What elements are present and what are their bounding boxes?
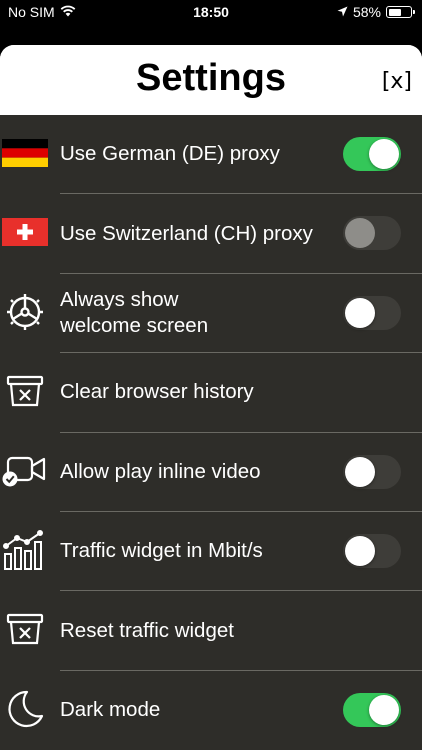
- page-title: Settings: [136, 57, 286, 99]
- toggle-switch[interactable]: [343, 692, 401, 727]
- setting-row-dark-mode[interactable]: Dark mode: [0, 671, 422, 750]
- toggle-switch[interactable]: [343, 295, 401, 330]
- status-right: 58%: [337, 4, 415, 20]
- setting-row-always-show-welcome-screen[interactable]: Always show welcome screen: [0, 274, 422, 354]
- setting-label: Dark mode: [60, 697, 161, 721]
- clear-history-icon: [2, 371, 48, 411]
- setting-row-clear-browser-history[interactable]: Clear browser history: [0, 353, 422, 433]
- toggle-switch[interactable]: [343, 533, 401, 568]
- steering-wheel-icon: [2, 292, 48, 332]
- close-button[interactable]: [x]: [382, 69, 412, 94]
- setting-row-allow-play-inline-video[interactable]: Allow play inline video: [0, 433, 422, 512]
- moon-icon: [2, 689, 48, 729]
- setting-row-use-german-de-proxy[interactable]: Use German (DE) proxy: [0, 115, 422, 195]
- reset-widget-icon: [2, 609, 48, 649]
- toggle-switch[interactable]: [343, 137, 401, 171]
- video-camera-check-icon: [2, 451, 48, 491]
- setting-row-use-switzerland-ch-proxy[interactable]: Use Switzerland (CH) proxy: [0, 194, 422, 274]
- settings-sheet: Settings [x] Use German (DE) proxy Use Sw…: [0, 45, 422, 750]
- setting-row-traffic-widget-in-mbit-s[interactable]: Traffic widget in Mbit/s: [0, 512, 422, 592]
- bar-chart-icon: [2, 529, 48, 570]
- toggle-switch[interactable]: [343, 216, 401, 251]
- toggle-knob: [345, 297, 375, 328]
- setting-label: Use Switzerland (CH) proxy: [60, 221, 313, 245]
- setting-label: Allow play inline video: [60, 459, 261, 483]
- toggle-knob: [345, 218, 375, 249]
- toggle-knob: [369, 694, 399, 725]
- setting-label: Use German (DE) proxy: [60, 142, 280, 166]
- setting-label: Clear browser history: [60, 380, 254, 404]
- toggle-knob: [345, 535, 375, 566]
- battery-level: [388, 8, 401, 16]
- toggle-switch[interactable]: [343, 454, 401, 489]
- battery-percent: 58%: [352, 4, 381, 20]
- switzerland-flag-icon: [2, 212, 48, 252]
- location-arrow-icon: [337, 4, 348, 20]
- settings-list: Use German (DE) proxy Use Switzerland (CH…: [0, 115, 422, 750]
- germany-flag-icon: [2, 133, 48, 173]
- toggle-knob: [369, 139, 399, 169]
- battery-icon: [386, 6, 415, 18]
- setting-label: Always show welcome screen: [60, 287, 209, 338]
- settings-header: Settings [x]: [0, 45, 422, 115]
- setting-row-reset-traffic-widget[interactable]: Reset traffic widget: [0, 591, 422, 671]
- status-bar: No SIM 18:50 58%: [0, 0, 422, 26]
- setting-label: Reset traffic widget: [60, 618, 234, 642]
- toggle-knob: [345, 456, 375, 487]
- setting-label: Traffic widget in Mbit/s: [60, 539, 263, 563]
